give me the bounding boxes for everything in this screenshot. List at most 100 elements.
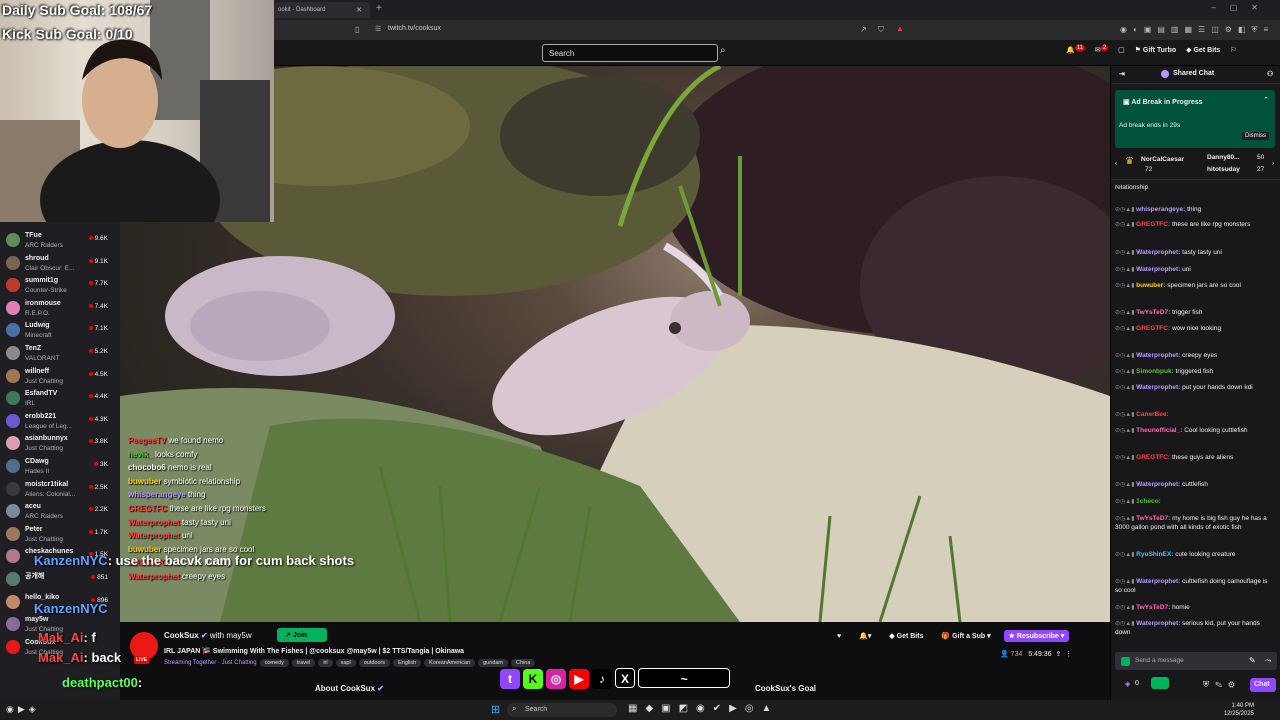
partner-name[interactable]: may5w <box>226 631 251 640</box>
chat-username[interactable]: GREGTFC: <box>1136 325 1170 332</box>
claim-bonus-button[interactable] <box>1151 677 1169 689</box>
mod-action-icons[interactable]: ⊘◷▲▮ <box>1115 482 1136 488</box>
shield-icon[interactable]: ⛉ <box>878 25 884 35</box>
chat-username[interactable]: Waterprophet: <box>1136 620 1180 627</box>
mod-action-icons[interactable]: ⊘◷▲▮ <box>1115 283 1136 289</box>
windows-start-icon[interactable]: ⊞ <box>491 703 500 716</box>
sidebar-channel[interactable]: TenZ VALORANT 5.2K <box>0 343 116 365</box>
sidebar-channel[interactable]: EsfandTV IRL 4.4K <box>0 388 116 410</box>
whispers-icon[interactable]: ✉ 2 <box>1095 45 1109 54</box>
stream-tag[interactable]: KoreanAmerican <box>424 659 476 667</box>
get-bits-button[interactable]: ◆ Get Bits <box>1186 47 1220 54</box>
mod-action-icons[interactable]: ⊘◷▲▮ <box>1115 353 1136 359</box>
sidebar-channel[interactable]: 공개해 851 <box>0 569 116 591</box>
bookmark-icon[interactable]: ▯ <box>355 25 359 34</box>
mod-action-icons[interactable]: ⊘◷▲▮ <box>1115 579 1136 585</box>
resubscribe-button[interactable]: ★ Resubscribe ▾ <box>1003 630 1070 642</box>
join-button[interactable]: ↗ Join <box>277 628 327 642</box>
chat-username[interactable]: Waterprophet: <box>1136 481 1180 488</box>
mod-action-icons[interactable]: ⊘◷▲▮ <box>1115 250 1136 256</box>
chat-username[interactable]: TwYsTeD7: <box>1136 309 1170 316</box>
search-input[interactable]: Search <box>542 44 718 62</box>
channel-name[interactable]: CookSux <box>164 631 199 640</box>
chat-username[interactable]: Waterprophet: <box>1136 352 1180 359</box>
bits-icon[interactable]: ✎ <box>1249 656 1256 665</box>
stream-tag[interactable]: gundam <box>478 659 509 667</box>
stream-tag[interactable]: China <box>511 659 536 667</box>
collapse-chat-icon[interactable]: ⇥ <box>1119 70 1125 78</box>
browser-tab[interactable]: ookit - Dashboard ✕ <box>274 2 370 18</box>
chat-username[interactable]: CanerBee: <box>1136 411 1169 418</box>
sidebar-channel[interactable]: aceu ARC Raiders 2.2K <box>0 501 116 523</box>
stream-tag[interactable]: irl <box>318 659 333 667</box>
chat-username[interactable]: Waterprophet: <box>1136 266 1180 273</box>
heart-icon[interactable]: ♥ <box>832 631 846 642</box>
chat-username[interactable]: whisperangeye: <box>1136 206 1185 213</box>
mod-action-icons[interactable]: ⊘◷▲▮ <box>1115 267 1136 273</box>
sidebar-channel[interactable]: Ludwig Minecraft 7.1K <box>0 320 116 342</box>
share-icon[interactable]: ⇪ <box>1055 651 1061 658</box>
close-tab-icon[interactable]: ✕ <box>356 6 362 14</box>
stream-tag[interactable]: English <box>393 659 422 667</box>
stream-tag[interactable]: travel <box>291 659 316 667</box>
emote-picker-icon[interactable]: ⤳ <box>1265 656 1271 666</box>
extension-icon[interactable]: ▲ <box>896 24 904 33</box>
taskbar-apps[interactable]: ▦◆▣◩◉✔▶◎▲ <box>628 703 779 714</box>
tray-icons-left[interactable]: ◉▶◈ <box>6 704 40 715</box>
mod-action-icons[interactable]: ⊘◷▲▮ <box>1115 310 1136 316</box>
gift-sub-button[interactable]: 🎁 Gift a Sub ▾ <box>936 630 995 642</box>
sidebar-channel[interactable]: ironmouse R.E.P.O. 7.4K <box>0 298 116 320</box>
mod-action-icons[interactable]: ⊘◷▲▮ <box>1115 499 1136 505</box>
chat-username[interactable]: Simonbpuk: <box>1136 368 1174 375</box>
emote-badge-icon[interactable] <box>1121 657 1130 666</box>
chat-username[interactable]: Theunofficial_: <box>1136 427 1182 434</box>
chat-username[interactable]: RyuShinEX: <box>1136 551 1173 558</box>
toolbar-icons[interactable]: ◉◐▣▤▥▦☰◫⚙◧⛨≡ <box>1120 25 1274 35</box>
mod-action-icons[interactable]: ⊘◷▲▮ <box>1115 385 1136 391</box>
site-info-icon[interactable]: ☰ <box>375 25 381 33</box>
chat-username[interactable]: 1checo: <box>1136 498 1161 505</box>
chat-username[interactable]: TwYsTeD7: <box>1136 515 1170 522</box>
chat-send-button[interactable]: Chat <box>1250 678 1276 692</box>
users-icon[interactable]: ⚇ <box>1267 70 1273 78</box>
chat-username[interactable]: TwYsTeD7: <box>1136 604 1170 611</box>
mod-action-icons[interactable]: ⊘◷▲▮ <box>1115 222 1136 228</box>
stream-tag[interactable]: sapl <box>335 659 356 667</box>
collapse-icon[interactable]: ⌃ <box>1263 96 1269 104</box>
url-field[interactable]: twitch.tv/cooksux <box>388 25 441 32</box>
search-icon[interactable]: ⌕ <box>720 45 736 61</box>
window-controls[interactable]: –▢✕ <box>1211 3 1272 12</box>
chat-username[interactable]: GREGTFC: <box>1136 221 1170 228</box>
get-bits-button[interactable]: ◆ Get Bits <box>884 630 928 642</box>
extension-icon[interactable]: ⚐ <box>1230 47 1236 54</box>
stream-tag[interactable]: comedy <box>259 659 289 667</box>
mod-action-icons[interactable]: ⊘◷▲▮ <box>1115 412 1136 418</box>
chat-username[interactable]: Waterprophet: <box>1136 578 1180 585</box>
sidebar-channel[interactable]: CDawg Hades II 3K <box>0 456 116 478</box>
chat-username[interactable]: Waterprophet: <box>1136 249 1180 256</box>
gift-turbo-button[interactable]: ⚑ Gift Turbo <box>1135 47 1177 54</box>
stream-tag[interactable]: outdoors <box>358 659 391 667</box>
sidebar-channel[interactable]: erobb221 League of Leg... 4.3K <box>0 411 116 433</box>
sidebar-channel[interactable]: moistcr1tikal Aliens: Colonial... 2.5K <box>0 479 116 501</box>
mod-action-icons[interactable]: ⊘◷▲▮ <box>1115 516 1136 522</box>
sidebar-channel[interactable]: summit1g Counter-Strike 7.7K <box>0 275 116 297</box>
share-icon[interactable]: ↗ <box>860 25 867 34</box>
channel-points-icon[interactable]: ◈ <box>1125 680 1130 688</box>
mod-action-icons[interactable]: ⊘◷▲▮ <box>1115 621 1136 627</box>
sidebar-channel[interactable]: Peter Just Chatting 1.7K <box>0 524 116 546</box>
notifications-icon[interactable]: 🔔 11 <box>1066 45 1085 54</box>
mod-action-icons[interactable]: ⊘◷▲▮ <box>1115 326 1136 332</box>
category-link[interactable]: Streaming Together · Just Chatting <box>164 660 257 666</box>
mod-action-icons[interactable]: ⊘◷▲▮ <box>1115 369 1136 375</box>
sidebar-channel[interactable]: asianbunnyx Just Chatting 3.8K <box>0 433 116 455</box>
mod-action-icons[interactable]: ⊘◷▲▮ <box>1115 605 1136 611</box>
more-options-icon[interactable]: ⋮ <box>1065 651 1072 658</box>
dismiss-button[interactable]: Dismiss <box>1242 132 1269 140</box>
new-tab-icon[interactable]: + <box>376 3 382 14</box>
sidebar-channel[interactable]: TFue ARC Raiders 9.6K <box>0 230 116 252</box>
mod-action-icons[interactable]: ⊘◷▲▮ <box>1115 207 1136 213</box>
inbox-icon[interactable]: ▢ <box>1118 47 1125 54</box>
chat-tools-icons[interactable]: ⛨✎⚙ <box>1203 680 1241 690</box>
chat-username[interactable]: GREGTFC: <box>1136 454 1170 461</box>
